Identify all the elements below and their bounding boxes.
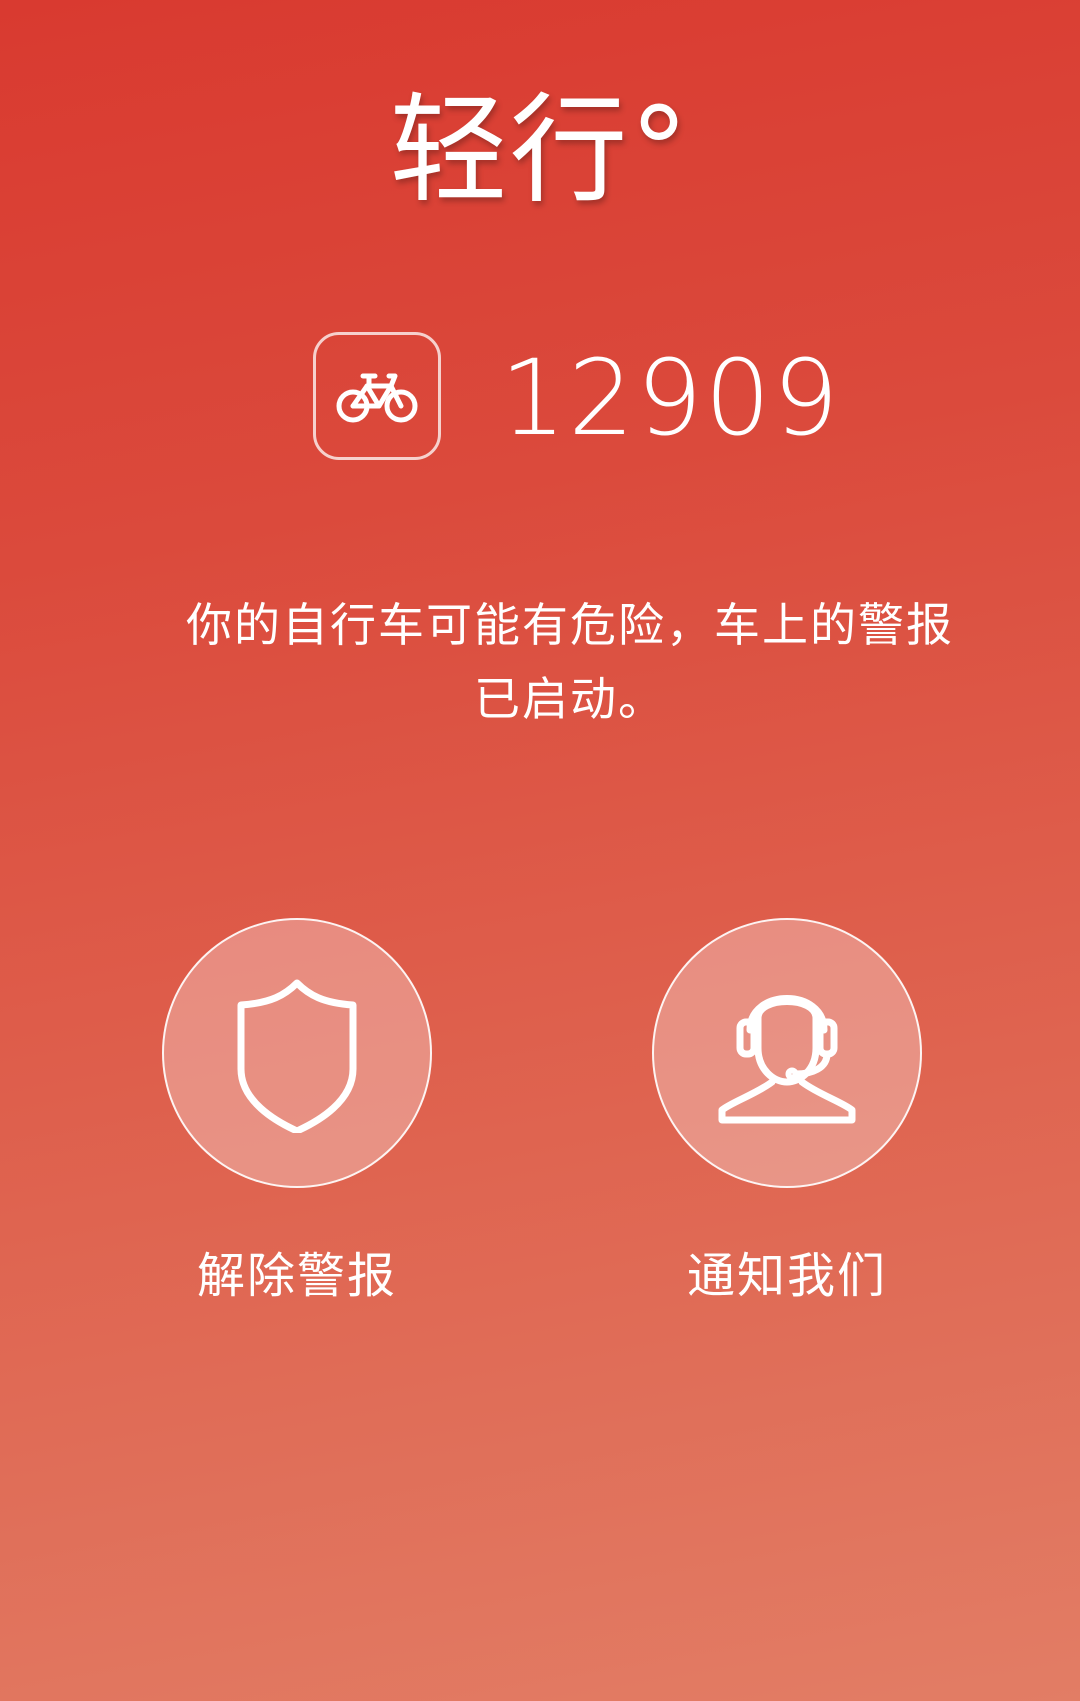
customer-service-headset-icon: [718, 995, 856, 1124]
notify-us-button[interactable]: [652, 918, 922, 1188]
alert-message-line-2: 已启动。: [474, 672, 666, 726]
disarm-alarm-label[interactable]: 解除警报: [147, 1244, 447, 1308]
alert-message-line-1: 你的自行车可能有危险，车上的警报: [186, 598, 954, 652]
disarm-alarm-button[interactable]: [162, 918, 432, 1188]
shield-icon: [237, 979, 357, 1133]
bike-number: 12909: [500, 337, 841, 459]
bicycle-icon: [336, 373, 418, 423]
alert-message: 你的自行车可能有危险，车上的警报 已启动。: [160, 588, 980, 736]
app-logo: 轻行°: [0, 80, 1080, 220]
bike-info-row: 12909: [0, 330, 1080, 466]
notify-us-label[interactable]: 通知我们: [637, 1244, 937, 1308]
bike-icon-frame: [313, 332, 441, 460]
app-logo-text: 轻行°: [389, 81, 691, 219]
